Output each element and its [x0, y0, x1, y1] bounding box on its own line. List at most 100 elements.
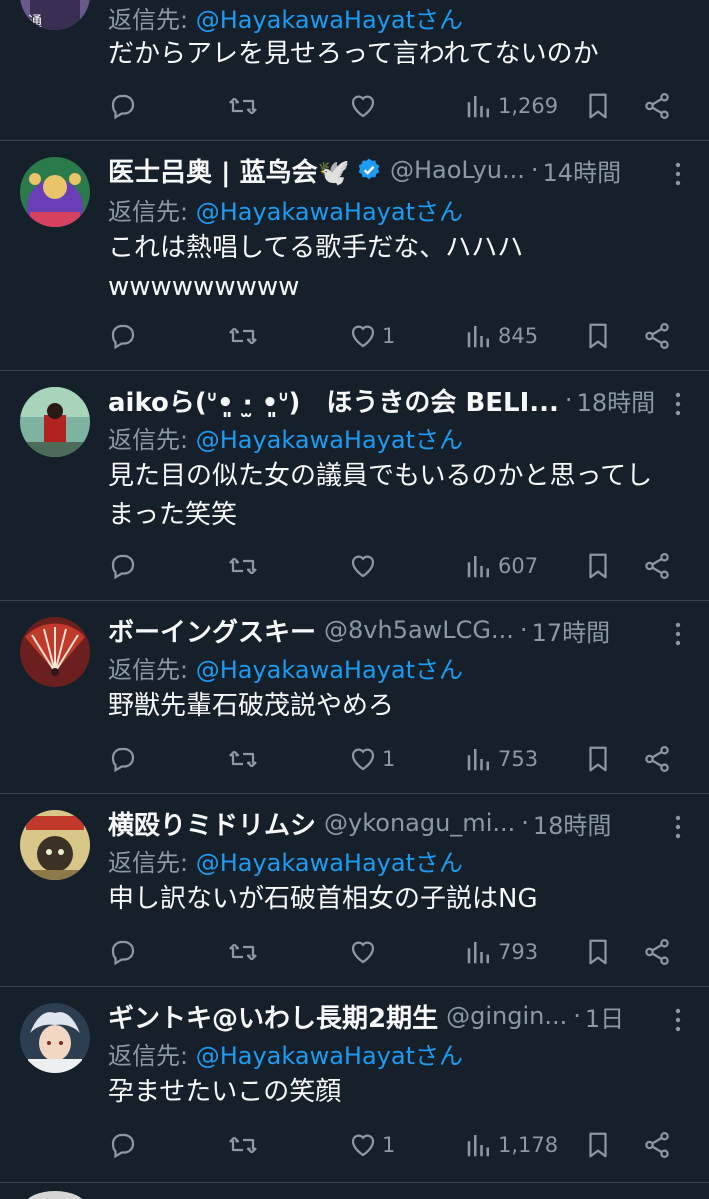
bookmark-icon: [589, 553, 607, 579]
tweet-5[interactable]: ギントキ@いわし長期2期生 @gingin... · 1日 返信先: @Haya…: [0, 987, 709, 1183]
like-button[interactable]: [348, 546, 382, 586]
reply-mention-link[interactable]: @HayakawaHayatさん: [196, 426, 463, 454]
views-button[interactable]: 1,269: [464, 86, 558, 126]
timestamp[interactable]: 1日: [585, 999, 624, 1034]
separator-dot: ·: [573, 1002, 581, 1030]
bookmark-button[interactable]: [583, 86, 613, 126]
action-bar: 1 1,178: [108, 1125, 688, 1165]
heart-icon: [351, 941, 375, 964]
tweet-text: 野獣先輩石破茂説やめろ: [108, 687, 689, 726]
reply-to-line: 返信先: @HayakawaHayatさん: [108, 650, 463, 685]
tweet-3[interactable]: ボーイングスキー @8vh5awLCG... · 17時間 返信先: @Haya…: [0, 601, 709, 794]
reply-button[interactable]: [108, 1125, 142, 1165]
retweet-button[interactable]: [228, 1125, 262, 1165]
reply-prefix: 返信先:: [108, 656, 196, 684]
display-name[interactable]: aikoら(ᐡ•͈ ·̫ •͈ᐡ) ほうきの会 BELI...: [108, 382, 559, 419]
reply-button[interactable]: [108, 932, 142, 972]
user-handle[interactable]: @HaoLyu...: [390, 156, 525, 184]
share-button[interactable]: [642, 1125, 672, 1165]
bookmark-button[interactable]: [583, 739, 613, 779]
more-dots-icon: [675, 392, 681, 416]
reply-mention-link[interactable]: @HayakawaHayatさん: [196, 198, 463, 226]
like-button[interactable]: 1: [348, 1125, 395, 1165]
views-button[interactable]: 845: [464, 316, 538, 356]
share-button[interactable]: [642, 546, 672, 586]
more-options-button[interactable]: [673, 812, 683, 842]
like-button[interactable]: [348, 86, 382, 126]
views-icon: [467, 749, 489, 771]
share-button[interactable]: [642, 739, 672, 779]
retweet-button[interactable]: [228, 546, 262, 586]
reply-button[interactable]: [108, 739, 142, 779]
timestamp[interactable]: 18時間: [533, 806, 612, 841]
timestamp[interactable]: 14時間: [543, 153, 622, 188]
next-tweet-peek: [0, 1183, 709, 1199]
avatar[interactable]: [20, 617, 90, 687]
action-bar: 607: [108, 546, 688, 586]
display-name[interactable]: ボーイングスキー: [108, 612, 316, 649]
retweet-icon: [229, 1136, 257, 1154]
tweet-text-line: これは熱唱してる歌手だな、ハハハ: [108, 233, 524, 263]
retweet-button[interactable]: [228, 932, 262, 972]
display-name[interactable]: 横殴りミドリムシ: [108, 805, 316, 842]
share-button[interactable]: [642, 932, 672, 972]
reply-mention-link[interactable]: @HayakawaHayatさん: [196, 1042, 463, 1070]
reply-button[interactable]: [108, 316, 142, 356]
views-icon: [467, 1135, 489, 1157]
reply-icon: [111, 940, 135, 966]
like-button[interactable]: 1: [348, 316, 395, 356]
timestamp[interactable]: 17時間: [532, 613, 611, 648]
reply-to-line: 返信先: @HayakawaHayatさん: [108, 0, 463, 35]
display-name[interactable]: 医士吕奥 | 蓝鸟会🕊️: [108, 152, 350, 189]
avatar[interactable]: [20, 157, 90, 227]
like-button[interactable]: 1: [348, 739, 395, 779]
avatar[interactable]: [20, 1003, 90, 1073]
reply-mention-link[interactable]: @HayakawaHayatさん: [196, 6, 463, 34]
more-options-button[interactable]: [673, 619, 683, 649]
avatar[interactable]: [20, 810, 90, 880]
bookmark-button[interactable]: [583, 546, 613, 586]
like-button[interactable]: [348, 932, 382, 972]
more-options-button[interactable]: [673, 389, 683, 419]
display-name[interactable]: ギントキ@いわし長期2期生: [108, 998, 438, 1035]
like-count: 1: [382, 324, 396, 348]
reply-mention-link[interactable]: @HayakawaHayatさん: [196, 656, 463, 684]
views-button[interactable]: 793: [464, 932, 538, 972]
bookmark-icon: [589, 939, 607, 965]
user-handle[interactable]: @gingin...: [446, 1002, 567, 1030]
avatar[interactable]: [20, 387, 90, 457]
views-button[interactable]: 1,178: [464, 1125, 558, 1165]
more-options-button[interactable]: [673, 159, 683, 189]
tweet-0[interactable]: 通 返信先: @HayakawaHayatさん だからアレを見せろって言われてな…: [0, 0, 709, 141]
tweet-text: 孕ませたいこの笑顔: [108, 1073, 689, 1112]
timestamp[interactable]: 18時間: [577, 383, 656, 418]
bookmark-icon: [589, 746, 607, 772]
views-button[interactable]: 753: [464, 739, 538, 779]
retweet-button[interactable]: [228, 316, 262, 356]
share-icon: [645, 93, 669, 119]
reply-button[interactable]: [108, 546, 142, 586]
user-handle[interactable]: @8vh5awLCG...: [324, 616, 514, 644]
tweet-1[interactable]: 医士吕奥 | 蓝鸟会🕊️ @HaoLyu... · 14時間 返信先: @Hay…: [0, 141, 709, 371]
retweet-button[interactable]: [228, 739, 262, 779]
bookmark-button[interactable]: [583, 1125, 613, 1165]
share-button[interactable]: [642, 316, 672, 356]
views-icon: [467, 556, 489, 578]
reply-to-line: 返信先: @HayakawaHayatさん: [108, 420, 463, 455]
reply-button[interactable]: [108, 86, 142, 126]
avatar[interactable]: 通: [20, 0, 90, 30]
retweet-icon: [229, 943, 257, 961]
bookmark-button[interactable]: [583, 932, 613, 972]
reply-mention-link[interactable]: @HayakawaHayatさん: [196, 849, 463, 877]
retweet-icon: [229, 750, 257, 768]
more-options-button[interactable]: [673, 1005, 683, 1035]
tweet-4[interactable]: 横殴りミドリムシ @ykonagu_mi... · 18時間 返信先: @Hay…: [0, 794, 709, 987]
share-button[interactable]: [642, 86, 672, 126]
reply-icon: [111, 94, 135, 120]
retweet-button[interactable]: [228, 86, 262, 126]
tweet-header: ボーイングスキー @8vh5awLCG... · 17時間: [108, 610, 689, 650]
views-button[interactable]: 607: [464, 546, 538, 586]
bookmark-button[interactable]: [583, 316, 613, 356]
tweet-2[interactable]: aikoら(ᐡ•͈ ·̫ •͈ᐡ) ほうきの会 BELI... · 18時間 返…: [0, 371, 709, 601]
user-handle[interactable]: @ykonagu_mi...: [324, 809, 515, 837]
